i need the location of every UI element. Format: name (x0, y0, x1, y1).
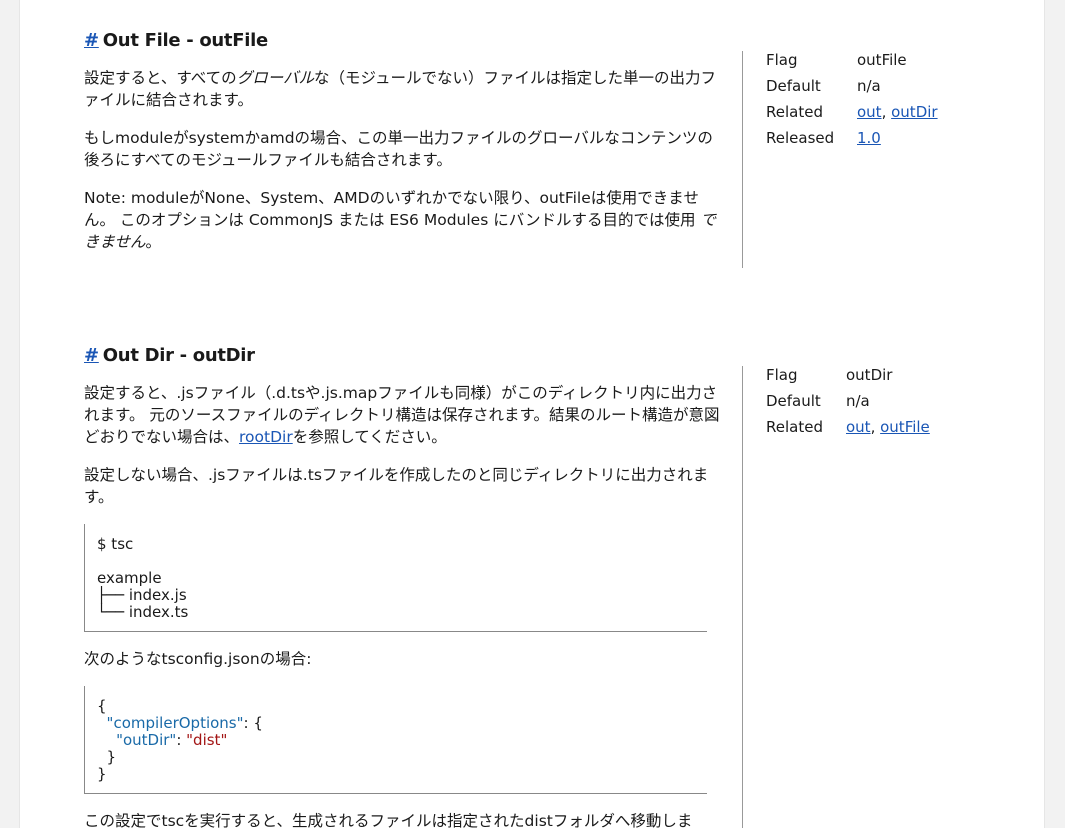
related-link-out[interactable]: out (857, 103, 882, 121)
outdir-heading: # Out Dir - outDir (84, 345, 255, 366)
outfile-p3-text-b: 。 (145, 233, 162, 251)
outfile-released-row: Released 1.0 (766, 129, 1006, 155)
outdir-p1-text-b: を参照してください。 (292, 428, 447, 446)
flag-label: Flag (766, 51, 798, 69)
flag-value: outFile (857, 51, 907, 69)
json-close-outer: } (97, 765, 107, 783)
released-version-link[interactable]: 1.0 (857, 129, 881, 147)
code-tree-line-1: ├── index.js (97, 586, 187, 604)
outdir-anchor-link[interactable]: # (84, 345, 99, 366)
code-tree-line-2: └── index.ts (97, 603, 189, 621)
default-label: Default (766, 392, 821, 410)
released-label: Released (766, 129, 835, 147)
code-command-line: $ tsc (97, 535, 134, 553)
outdir-paragraph-4: この設定でtscを実行すると、生成されるファイルは指定されたdistフォルダへ移… (84, 812, 693, 828)
outdir-section: # Out Dir - outDir 設定すると、.jsファイル（.d.tsや.j… (84, 345, 984, 828)
outfile-related-row: Related out, outDir (766, 103, 938, 121)
outdir-paragraph-2: 設定しない場合、.jsファイルは.tsファイルを作成したのと同じディレクトリに出… (84, 466, 709, 506)
outfile-paragraph-2: もしmoduleがsystemかamdの場合、この単一出力ファイルのグローバルな… (84, 129, 713, 169)
outfile-p3-text-a: Note: moduleがNone、System、AMDのいずれかでない限り、o… (84, 189, 699, 229)
related-link-outfile[interactable]: outFile (880, 418, 930, 436)
outfile-paragraph-3: Note: moduleがNone、System、AMDのいずれかでない限り、o… (84, 187, 724, 253)
outfile-anchor-link[interactable]: # (84, 30, 99, 51)
json-colon-brace: : { (243, 714, 263, 732)
related-label: Related (766, 418, 823, 436)
outfile-metadata: Flag outFile Default n/a Related out, ou… (742, 51, 1006, 268)
tsconfig-code-block: { "compilerOptions": { "outDir": "dist" … (84, 686, 707, 794)
flag-label: Flag (766, 366, 798, 384)
json-open-brace: { (97, 697, 107, 715)
outfile-title: Out File - outFile (102, 30, 268, 51)
json-key-compileroptions: "compilerOptions" (106, 714, 244, 732)
outdir-metadata: Flag outDir Default n/a Related out, out… (742, 366, 1006, 828)
flag-value: outDir (846, 366, 893, 384)
json-close-inner: } (106, 748, 117, 766)
default-label: Default (766, 77, 821, 95)
outfile-flag-row: Flag outFile (766, 51, 1006, 77)
docs-page: # Out File - outFile 設定すると、すべてのグローバルな（モジュ… (19, 0, 1045, 828)
outfile-section: # Out File - outFile 設定すると、すべてのグローバルな（モジュ… (84, 30, 984, 270)
outdir-title: Out Dir - outDir (102, 345, 255, 366)
outdir-paragraph-1: 設定すると、.jsファイル（.d.tsや.js.mapファイルも同様）がこのディ… (84, 382, 724, 448)
outfile-description: 設定すると、すべてのグローバルな（モジュールでない）ファイルは指定した単一の出力… (84, 67, 724, 269)
related-link-outdir[interactable]: outDir (891, 103, 937, 121)
default-value: n/a (846, 392, 870, 410)
related-link-out[interactable]: out (846, 418, 871, 436)
json-colon: : (176, 731, 187, 749)
outdir-related-row: Related out, outFile (766, 418, 930, 436)
outdir-paragraph-3: 次のようなtsconfig.jsonの場合: (84, 650, 312, 668)
outdir-flag-row: Flag outDir (766, 366, 1006, 392)
related-label: Related (766, 103, 823, 121)
outfile-p1-emphasis: グローバル (236, 69, 315, 87)
tsc-output-code-block: $ tsc example ├── index.js └── index.ts (84, 524, 707, 632)
outfile-paragraph-1: 設定すると、すべてのグローバルな（モジュールでない）ファイルは指定した単一の出力… (84, 67, 724, 111)
code-tree-root: example (97, 569, 162, 587)
outdir-description: 設定すると、.jsファイル（.d.tsや.js.mapファイルも同様）がこのディ… (84, 382, 724, 828)
outdir-default-row: Default n/a (766, 392, 1006, 418)
outfile-default-row: Default n/a (766, 77, 1006, 103)
outfile-heading: # Out File - outFile (84, 30, 268, 51)
default-value: n/a (857, 77, 881, 95)
outfile-p1-text-a: 設定すると、すべての (84, 69, 237, 87)
json-key-outdir: "outDir" (116, 731, 177, 749)
rootdir-link[interactable]: rootDir (239, 428, 293, 446)
json-value-dist: "dist" (186, 731, 228, 749)
